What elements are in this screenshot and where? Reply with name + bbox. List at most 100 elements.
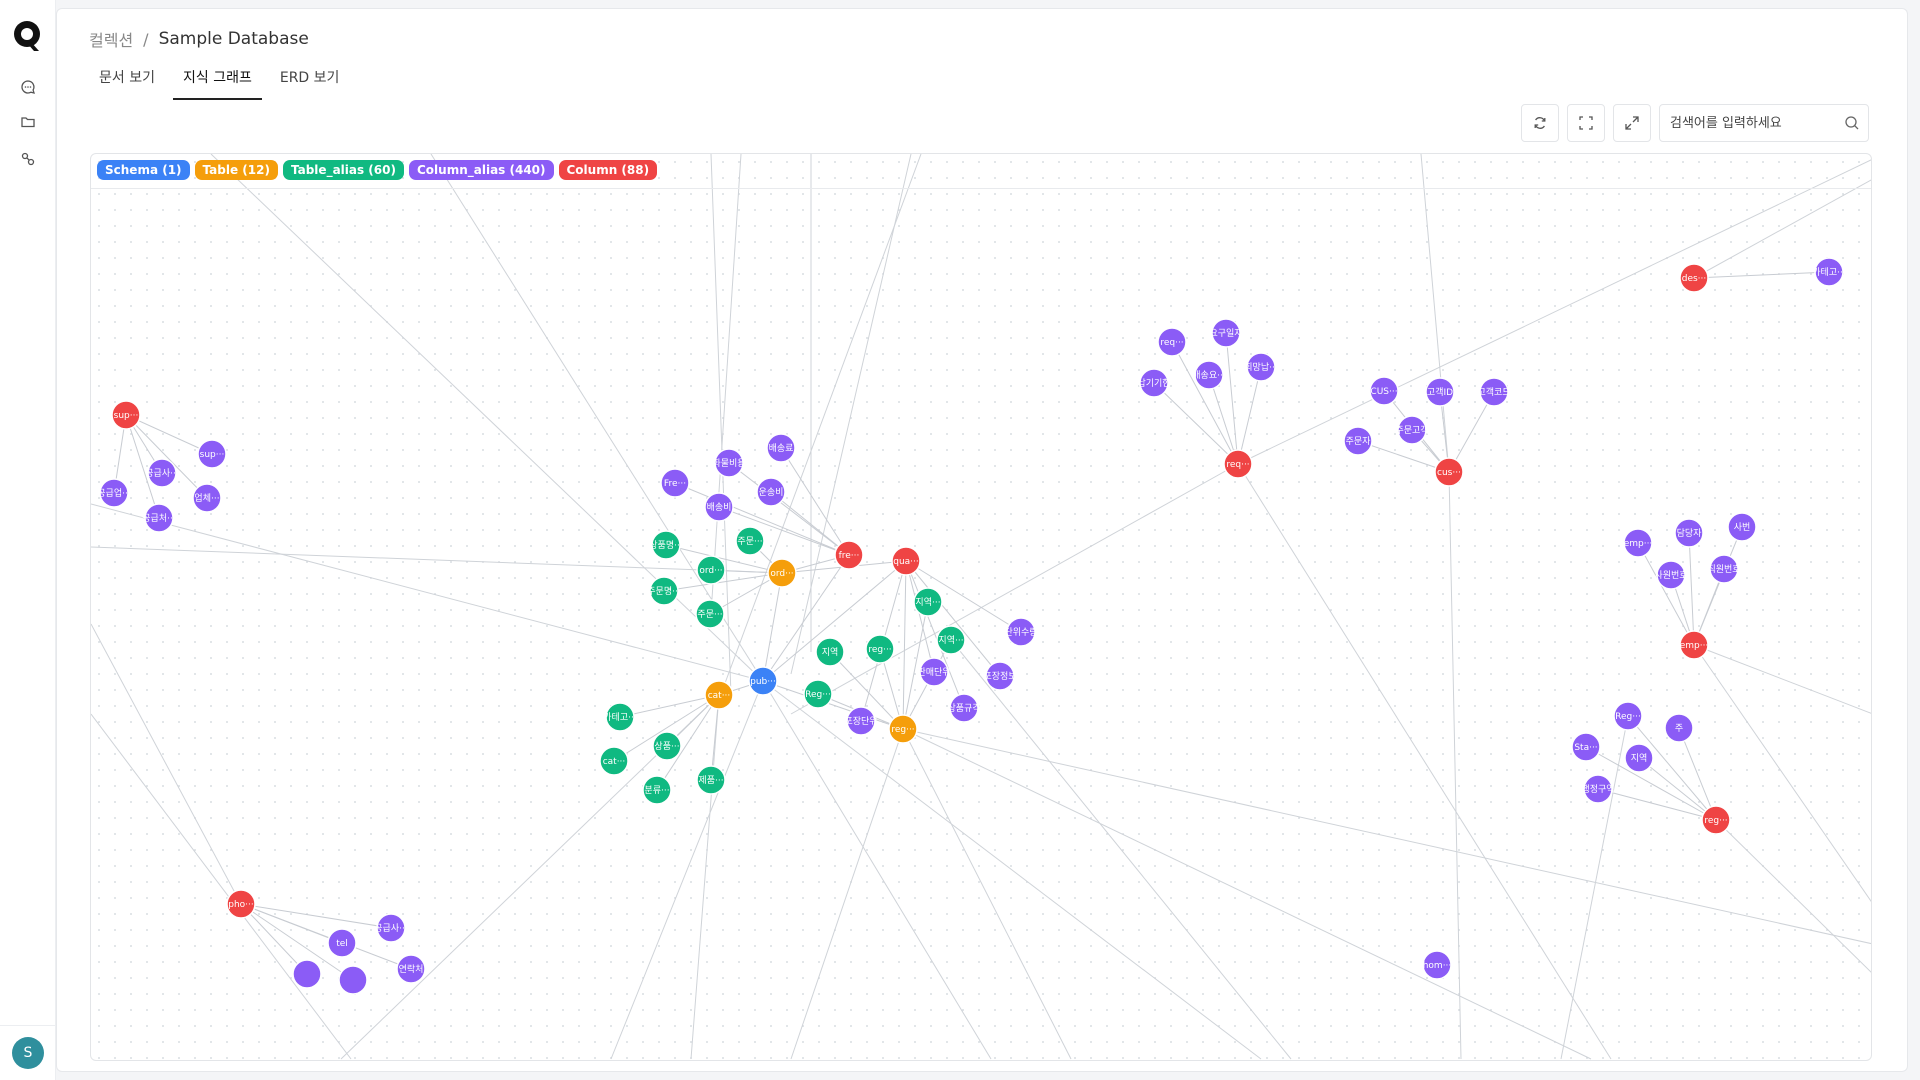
q-logo-icon[interactable]	[12, 18, 44, 54]
graph-node-table-alias[interactable]: 지역	[815, 637, 845, 667]
graph-node-column-alias[interactable]: 고객ID	[1425, 377, 1455, 407]
graph-node-table[interactable]: ord···	[767, 558, 797, 588]
graph-node-schema[interactable]: pub···	[748, 666, 778, 696]
graph-node-column-alias[interactable]: 희망납···	[1244, 352, 1278, 382]
graph-node-column-alias[interactable]: emp···	[1623, 528, 1653, 558]
graph-node-column-alias[interactable]: 주	[1664, 713, 1694, 743]
graph-svg[interactable]: pub··· ord··· cat··· reg··· 상품명··· ord··· 주문··…	[91, 154, 1872, 1061]
folder-icon[interactable]	[14, 108, 42, 136]
graph-node-table-alias[interactable]: 상품명···	[649, 530, 683, 560]
graph-node-column-alias[interactable]: 담당자	[1674, 518, 1704, 548]
graph-node-table-alias[interactable]: 지역···	[936, 625, 966, 655]
graph-node-column-alias[interactable]: 납기기한	[1137, 368, 1171, 398]
graph-node-column-alias[interactable]: 공급업···	[97, 478, 131, 508]
graph-node-table-alias[interactable]: 제품···	[696, 765, 726, 795]
expand-button[interactable]	[1613, 104, 1651, 142]
graph-node-table-alias[interactable]: reg···	[865, 634, 895, 664]
graph-node-column-alias[interactable]: 화물비용	[712, 448, 746, 478]
avatar[interactable]: S	[12, 1037, 44, 1069]
search-icon[interactable]	[1844, 115, 1860, 131]
graph-node-column-alias[interactable]: 카테고···	[1812, 257, 1846, 287]
graph-node-label: 분류···	[644, 785, 669, 796]
graph-node-column-alias[interactable]: Reg···	[1613, 701, 1643, 731]
graph-node-table-alias[interactable]: 카테고···	[603, 702, 637, 732]
graph-node-column-alias[interactable]: 지역	[1624, 743, 1654, 773]
graph-node-column-alias[interactable]: tel	[327, 928, 357, 958]
graph-node-column[interactable]: fre···	[834, 540, 864, 570]
legend-table-alias[interactable]: Table_alias (60)	[282, 160, 404, 180]
knowledge-graph-canvas[interactable]: Schema (1) Table (12) Table_alias (60) C…	[90, 153, 1872, 1061]
graph-node-column-alias[interactable]: 요구일자	[1209, 318, 1243, 348]
graph-edge	[902, 560, 907, 730]
graph-node-table-alias[interactable]: 상품···	[652, 731, 682, 761]
search-input[interactable]	[1660, 105, 1830, 141]
graph-node-table-alias[interactable]: 분류···	[642, 775, 672, 805]
graph-node-column-alias[interactable]: 연락처	[396, 954, 426, 984]
graph-node-column-alias[interactable]: sup···	[197, 439, 227, 469]
graph-node-table-alias[interactable]: 주문···	[735, 526, 765, 556]
graph-node-label: reg···	[868, 645, 891, 655]
graph-node-column-alias[interactable]: 운송비	[756, 477, 786, 507]
graph-node-column-alias[interactable]: 사원번호	[1654, 560, 1688, 590]
graph-node-label: 직원번호	[1707, 564, 1740, 575]
graph-node-label: 납기기한	[1137, 378, 1170, 389]
graph-node-label: 사원번호	[1654, 570, 1687, 581]
graph-node-column[interactable]: qua···	[891, 546, 921, 576]
graph-node-column-alias[interactable]: 업체···	[192, 483, 222, 513]
fit-screen-button[interactable]	[1567, 104, 1605, 142]
tab-document[interactable]: 문서 보기	[89, 64, 165, 100]
graph-node-table-alias[interactable]: 주문명···	[647, 576, 681, 606]
graph-node-column-alias[interactable]: 주문자	[1343, 426, 1373, 456]
graph-node-column-alias[interactable]: 배송요···	[1192, 360, 1226, 390]
graph-node-column[interactable]: des···	[1679, 263, 1709, 293]
graph-node-column-alias[interactable]: 공급사···	[374, 913, 408, 943]
breadcrumb-parent[interactable]: 컬렉션	[89, 27, 133, 51]
fit-screen-icon	[1579, 116, 1593, 130]
graph-node-column-alias[interactable]: 배송비	[704, 492, 734, 522]
graph-edge	[770, 491, 850, 556]
graph-node-table[interactable]: reg···	[888, 714, 918, 744]
graph-node-column-alias[interactable]: 사번	[1727, 512, 1757, 542]
graph-node-column-alias[interactable]: 포장단위	[844, 706, 878, 736]
graph-node-label: 주문···	[737, 536, 762, 547]
graph-node-column-alias[interactable]: 직원번호	[1707, 554, 1741, 584]
graph-node-column-alias[interactable]: 행정구역	[1581, 774, 1615, 804]
legend-column[interactable]: Column (88)	[558, 160, 658, 180]
graph-node-label: 배송료	[769, 443, 794, 454]
graph-node-column[interactable]: emp···	[1679, 630, 1709, 660]
graph-node-table-alias[interactable]: ord···	[696, 555, 726, 585]
tab-knowledge-graph[interactable]: 지식 그래프	[172, 64, 262, 100]
graph-node-column[interactable]: pho···	[226, 889, 256, 919]
breadcrumb: 컬렉션 / Sample Database	[89, 27, 309, 51]
graph-node-column[interactable]: cus···	[1434, 457, 1464, 487]
graph-node-column-alias[interactable]: 상품규격	[947, 693, 981, 723]
graph-node-column-alias[interactable]: 공급처···	[142, 503, 176, 533]
legend: Schema (1) Table (12) Table_alias (60) C…	[97, 160, 658, 180]
graph-node-column[interactable]: sup···	[111, 400, 141, 430]
graph-node-column-alias[interactable]	[292, 959, 322, 989]
graph-node-column-alias[interactable]	[338, 965, 368, 995]
graph-node-column-alias[interactable]: 단위수량	[1004, 617, 1038, 647]
graph-node-column-alias[interactable]: Fre···	[660, 468, 690, 498]
graph-node-column-alias[interactable]: 배송료	[766, 433, 796, 463]
graph-node-column-alias[interactable]: CUS···	[1369, 376, 1399, 406]
graph-node-column-alias[interactable]: Sta···	[1571, 732, 1601, 762]
graph-node-column-alias[interactable]: 고객코드	[1477, 377, 1511, 407]
graph-node-column-alias[interactable]: req···	[1157, 327, 1187, 357]
graph-node-column[interactable]: req···	[1223, 449, 1253, 479]
graph-icon[interactable]	[14, 145, 42, 173]
tab-erd[interactable]: ERD 보기	[270, 64, 350, 100]
graph-node-table-alias[interactable]: 주문···	[695, 599, 725, 629]
graph-node-table-alias[interactable]: 지역···	[913, 587, 943, 617]
chat-icon[interactable]	[14, 73, 42, 101]
legend-table[interactable]: Table (12)	[194, 160, 278, 180]
graph-node-table-alias[interactable]: cat···	[599, 746, 629, 776]
graph-node-column[interactable]: reg···	[1701, 805, 1731, 835]
legend-schema[interactable]: Schema (1)	[97, 160, 190, 180]
graph-node-column-alias[interactable]: hom···	[1422, 950, 1452, 980]
graph-node-table-alias[interactable]: Reg···	[803, 679, 833, 709]
refresh-button[interactable]	[1521, 104, 1559, 142]
graph-node-table[interactable]: cat···	[704, 680, 734, 710]
graph-node-label: 공급업···	[97, 488, 130, 499]
legend-column-alias[interactable]: Column_alias (440)	[408, 160, 554, 180]
